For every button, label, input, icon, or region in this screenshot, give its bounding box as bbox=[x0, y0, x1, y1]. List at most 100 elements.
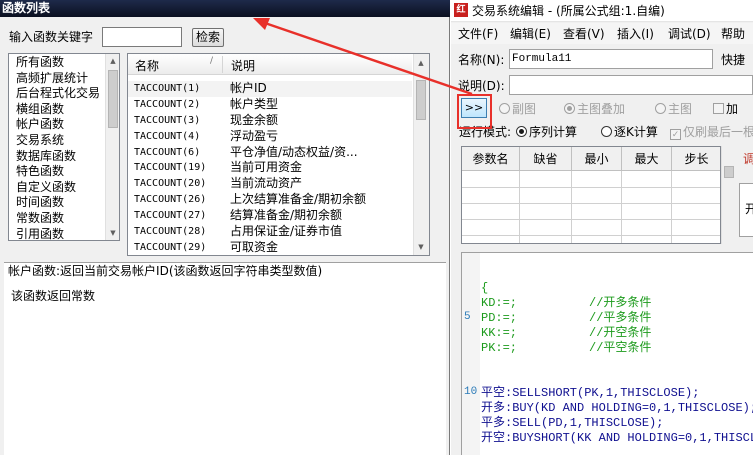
code-line[interactable]: 开空:BUYSHORT(KK AND HOLDING=0,1,THISCL bbox=[481, 431, 753, 446]
menu-file[interactable]: 文件(F) bbox=[458, 26, 498, 42]
code-line[interactable]: KK:=; //开空条件 bbox=[481, 326, 651, 341]
radio-icon[interactable] bbox=[516, 126, 527, 137]
table-row[interactable]: TACCOUNT(27) 结算准备金/期初余额 bbox=[128, 208, 412, 224]
option-sub-chart[interactable]: 副图 bbox=[499, 101, 536, 117]
param-header-name[interactable]: 参数名 bbox=[462, 147, 520, 171]
scroll-down-icon[interactable]: ▼ bbox=[106, 226, 119, 240]
trading-system-editor-window: 红 交易系统编辑 - (所属公式组:1.自编) 文件(F) 编辑(E) 查看(V… bbox=[451, 0, 753, 455]
code-line[interactable]: PK:=; //平空条件 bbox=[481, 341, 651, 356]
column-header-desc[interactable]: 说明 bbox=[231, 57, 255, 74]
category-item[interactable]: 时间函数 bbox=[16, 195, 100, 211]
table-row[interactable]: TACCOUNT(6) 平仓净值/动态权益/资... bbox=[128, 145, 412, 161]
option-label: 主图 bbox=[668, 102, 693, 116]
radio-icon[interactable] bbox=[564, 103, 575, 114]
scroll-thumb[interactable] bbox=[108, 70, 118, 128]
checkbox-icon[interactable] bbox=[713, 103, 724, 114]
table-row[interactable]: TACCOUNT(4) 浮动盈亏 bbox=[128, 129, 412, 145]
param-scrollbar[interactable] bbox=[721, 146, 735, 244]
menu-debug[interactable]: 调试(D) bbox=[668, 26, 711, 42]
scroll-down-icon[interactable]: ▼ bbox=[414, 240, 428, 254]
radio-icon[interactable] bbox=[499, 103, 510, 114]
code-line[interactable]: 平多:SELL(PD,1,THISCLOSE); bbox=[481, 416, 663, 431]
option-label: 加 bbox=[726, 102, 739, 116]
function-desc: 浮动盈亏 bbox=[230, 128, 279, 143]
code-editor[interactable]: {KD:=; //开多条件 5 PD:=; //平多条件 KK:=; //开空条件 PK… bbox=[461, 252, 753, 455]
option-refresh-last-only[interactable]: 仅刷最后一根 bbox=[670, 124, 753, 140]
function-list-window: 函数列表 输入函数关键字 检索 所有函数 高频扩展统计 后台程式化交易 横组函数 帐户函… bbox=[0, 0, 450, 455]
function-name: TACCOUNT(28) bbox=[134, 226, 207, 238]
option-add[interactable]: 加 bbox=[713, 101, 738, 117]
table-row[interactable]: TACCOUNT(29) 可取资金 bbox=[128, 240, 412, 255]
checkbox-icon[interactable] bbox=[670, 129, 681, 140]
param-header-step[interactable]: 步长 bbox=[672, 147, 720, 171]
code-line[interactable]: 开多:BUY(KD AND HOLDING=0,1,THISCLOSE); bbox=[481, 401, 753, 416]
option-label: 仅刷最后一根 bbox=[683, 125, 753, 139]
table-row[interactable]: TACCOUNT(26) 上次结算准备金/期初余额 bbox=[128, 192, 412, 208]
category-item[interactable]: 数据库函数 bbox=[16, 149, 100, 165]
table-row[interactable]: TACCOUNT(28) 占用保证金/证券市值 bbox=[128, 224, 412, 240]
highlight-box bbox=[457, 94, 492, 129]
table-scrollbar[interactable]: ▲ ▼ bbox=[413, 54, 429, 255]
category-item[interactable]: 高频扩展统计 bbox=[16, 71, 100, 87]
parameter-grid[interactable]: 参数名 缺省 最小 最大 步长 bbox=[461, 146, 721, 244]
column-separator[interactable] bbox=[222, 56, 223, 73]
category-item[interactable]: 特色函数 bbox=[16, 164, 100, 180]
column-header-name[interactable]: 名称 bbox=[135, 57, 159, 74]
description-text: 帐户函数:返回当前交易帐户ID(该函数返回字符串类型数值) bbox=[8, 264, 323, 278]
description-note: 该函数返回常数 bbox=[11, 289, 96, 303]
function-desc: 占用保证金/证券市值 bbox=[230, 224, 343, 239]
option-main-overlay[interactable]: 主图叠加 bbox=[564, 101, 625, 117]
code-line[interactable]: KD:=; //开多条件 bbox=[481, 296, 651, 311]
radio-icon[interactable] bbox=[601, 126, 612, 137]
option-sequence-calc[interactable]: 序列计算 bbox=[516, 124, 577, 140]
code-line[interactable]: { bbox=[481, 281, 488, 296]
code-line[interactable]: 平空:SELLSHORT(PK,1,THISCLOSE); bbox=[481, 386, 699, 401]
category-item[interactable]: 所有函数 bbox=[16, 55, 100, 71]
scroll-thumb[interactable] bbox=[724, 166, 734, 178]
function-desc: 结算准备金/期初余额 bbox=[230, 208, 343, 223]
keyword-input[interactable] bbox=[102, 27, 182, 47]
option-main-chart[interactable]: 主图 bbox=[655, 101, 692, 117]
window-title-bar[interactable]: 函数列表 bbox=[0, 0, 450, 17]
search-button[interactable]: 检索 bbox=[192, 28, 224, 47]
category-item[interactable]: 横组函数 bbox=[16, 102, 100, 118]
table-row[interactable]: TACCOUNT(1) 帐户ID bbox=[128, 81, 412, 97]
radio-icon[interactable] bbox=[655, 103, 666, 114]
category-scrollbar[interactable]: ▲ ▼ bbox=[105, 54, 119, 240]
option-tick-calc[interactable]: 逐K计算 bbox=[601, 124, 658, 140]
category-item[interactable]: 后台程式化交易 bbox=[16, 86, 100, 102]
table-row[interactable]: TACCOUNT(3) 现金余额 bbox=[128, 113, 412, 129]
category-item[interactable]: 引用函数 bbox=[16, 227, 100, 240]
scroll-thumb[interactable] bbox=[416, 80, 426, 120]
function-name: TACCOUNT(19) bbox=[134, 162, 207, 174]
function-desc: 当前流动资产 bbox=[230, 176, 303, 191]
category-item[interactable]: 帐户函数 bbox=[16, 117, 100, 133]
function-desc: 平仓净值/动态权益/资... bbox=[230, 144, 358, 159]
category-list[interactable]: 所有函数 高频扩展统计 后台程式化交易 横组函数 帐户函数 交易系统 数据库函数 特色函数 自定… bbox=[8, 53, 120, 241]
table-row[interactable]: TACCOUNT(19) 当前可用资金 bbox=[128, 160, 412, 176]
function-name: TACCOUNT(1) bbox=[134, 83, 201, 94]
menu-view[interactable]: 查看(V) bbox=[563, 26, 605, 42]
function-name: TACCOUNT(3) bbox=[134, 114, 201, 126]
param-header-min[interactable]: 最小 bbox=[572, 147, 622, 171]
category-item[interactable]: 交易系统 bbox=[16, 133, 100, 149]
param-header-default[interactable]: 缺省 bbox=[520, 147, 572, 171]
scroll-up-icon[interactable]: ▲ bbox=[414, 56, 428, 70]
function-table[interactable]: 名称 / 说明 TACCOUNT(1) 帐户ID TACCOUNT(2) 帐户类型 TA… bbox=[127, 53, 430, 256]
table-row[interactable]: TACCOUNT(20) 当前流动资产 bbox=[128, 176, 412, 192]
menu-edit[interactable]: 编辑(E) bbox=[510, 26, 551, 42]
category-item[interactable]: 常数函数 bbox=[16, 211, 100, 227]
function-name: TACCOUNT(20) bbox=[134, 178, 207, 190]
param-header-max[interactable]: 最大 bbox=[622, 147, 672, 171]
menu-help[interactable]: 帮助 bbox=[721, 26, 745, 42]
option-label: 逐K计算 bbox=[614, 125, 658, 139]
description-input[interactable] bbox=[509, 75, 753, 95]
name-input[interactable]: Formula11 bbox=[509, 49, 713, 69]
scroll-up-icon[interactable]: ▲ bbox=[106, 54, 119, 68]
code-line[interactable]: PD:=; //平多条件 bbox=[481, 311, 651, 326]
table-row[interactable]: TACCOUNT(2) 帐户类型 bbox=[128, 97, 412, 113]
menu-insert[interactable]: 插入(I) bbox=[617, 26, 654, 42]
table-header: 名称 / 说明 bbox=[128, 54, 412, 75]
window-title-bar[interactable]: 红 交易系统编辑 - (所属公式组:1.自编) bbox=[451, 0, 753, 22]
category-item[interactable]: 自定义函数 bbox=[16, 180, 100, 196]
